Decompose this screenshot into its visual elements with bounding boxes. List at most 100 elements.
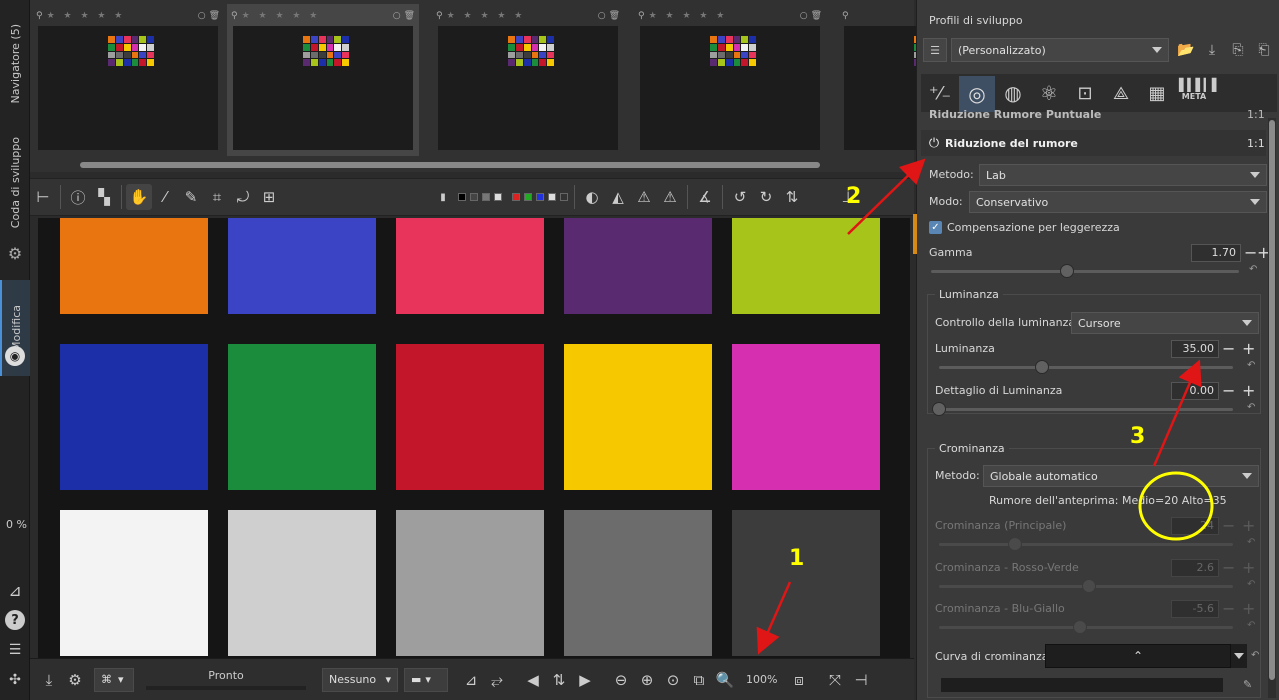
advanced-tab-icon[interactable]: ⚛ [1033, 78, 1065, 108]
reset-icon[interactable]: ↶ [1251, 650, 1259, 661]
rating-stars[interactable]: ★ ★ ★ ★ ★ [649, 11, 728, 21]
zoom-fit-icon[interactable]: ⊙ [660, 667, 686, 693]
chroma-main-value[interactable]: 24 [1171, 517, 1219, 535]
rating-stars[interactable]: ★ ★ ★ ★ ★ [447, 11, 526, 21]
reset-icon[interactable]: ↶ [1247, 620, 1255, 631]
tag-icon[interactable]: ⚲ [231, 11, 238, 21]
crop-guide-select[interactable]: Nessuno ▾ [322, 667, 398, 692]
minus-icon[interactable]: − [1222, 601, 1235, 617]
raw-tab-icon[interactable]: ⟁ [1105, 78, 1137, 108]
queue-gears-icon[interactable]: ⚙ [62, 667, 88, 693]
tab-queue[interactable]: Coda di sviluppo [0, 128, 30, 238]
focus-mask-icon[interactable]: ◐ [579, 184, 605, 210]
add-editor-icon[interactable]: ⊿ [5, 580, 25, 600]
thumbnail[interactable]: ⚲ ★ ★ ★ ★ ★ ○ 🗑 [432, 4, 624, 156]
trash-icon[interactable]: 🗑 [609, 11, 620, 21]
reset-icon[interactable]: ↶ [1247, 402, 1255, 413]
trash-icon[interactable]: 🗑 [811, 11, 822, 21]
chroma-by-slider-knob[interactable] [1073, 620, 1088, 634]
gears-icon[interactable]: ⚙ [6, 244, 24, 263]
info-icon[interactable]: ⓘ [65, 184, 91, 210]
rotate-right-icon[interactable]: ↻ [753, 184, 779, 210]
crop-tool-icon[interactable]: ⊿ [458, 667, 484, 693]
chroma-main-slider[interactable] [939, 543, 1233, 546]
chroma-curve-button[interactable]: ⌃ [1045, 644, 1231, 668]
color-tab-icon[interactable]: ◍ [997, 78, 1029, 108]
blue-channel-swatch[interactable] [536, 193, 544, 201]
zoom-out-icon[interactable]: ⊖ [608, 667, 634, 693]
minus-icon[interactable]: − [1222, 383, 1235, 399]
right-panel-toggle-icon[interactable]: ⊣ [848, 667, 874, 693]
minus-icon[interactable]: − [1244, 245, 1257, 261]
paste-profile-icon[interactable]: ⎗ [1253, 40, 1275, 60]
reset-icon[interactable]: ↶ [1247, 360, 1255, 371]
tag-icon[interactable]: ⚲ [436, 11, 443, 21]
crop-icon[interactable]: ⌗ [204, 184, 230, 210]
plus-icon[interactable]: + [1242, 560, 1255, 576]
reset-icon[interactable]: ↶ [1247, 537, 1255, 548]
pencil-icon[interactable]: ✎ [1243, 678, 1252, 691]
meta-tab-icon[interactable]: ▌▍▌▎▌ META [1179, 78, 1221, 108]
save-profile-icon[interactable]: ⤓ [1201, 40, 1223, 60]
plus-icon[interactable]: + [1242, 601, 1255, 617]
panel-scrollbar-thumb[interactable] [1269, 120, 1275, 680]
reject-icon[interactable]: ○ [800, 11, 808, 21]
luminance-control-select[interactable]: Cursore [1071, 312, 1259, 334]
bg-mid-swatch[interactable] [482, 193, 490, 201]
gamma-value[interactable]: 1.70 [1191, 244, 1241, 262]
profile-list-icon[interactable]: ☰ [923, 38, 947, 62]
copy-profile-icon[interactable]: ⎘ [1227, 40, 1249, 60]
luminance-detail-value[interactable]: 0.00 [1171, 382, 1219, 400]
sync-nav-icon[interactable]: ⇅ [546, 667, 572, 693]
straighten-icon[interactable]: ⤾ [230, 184, 256, 210]
exposure-tab-icon[interactable]: ⁺⁄₋ [925, 78, 955, 108]
zoom-in-icon[interactable]: ⊕ [634, 667, 660, 693]
bg-black-swatch[interactable] [458, 193, 466, 201]
help-icon[interactable]: ? [5, 610, 25, 630]
red-channel-swatch[interactable] [512, 193, 520, 201]
color-picker-icon[interactable]: ✎ [178, 184, 204, 210]
panel-toggle-icon[interactable]: ⊢ [30, 184, 56, 210]
chroma-rg-value[interactable]: 2.6 [1171, 559, 1219, 577]
curve-editor-strip[interactable] [941, 678, 1223, 692]
chroma-rg-slider-knob[interactable] [1081, 579, 1096, 593]
gamma-slider-knob[interactable] [1059, 264, 1074, 278]
chroma-by-value[interactable]: -5.6 [1171, 600, 1219, 618]
thumbnail[interactable]: ⚲ ★ ★ ★ ★ ★ ○ 🗑 [634, 4, 826, 156]
bg-light-swatch[interactable] [494, 193, 502, 201]
luminance-detail-slider[interactable] [939, 408, 1233, 411]
profile-select[interactable]: (Personalizzato) [951, 38, 1169, 62]
hand-tool-icon[interactable]: ✋ [126, 184, 152, 210]
chrominance-method-select[interactable]: Globale automatico [983, 465, 1259, 487]
rating-stars[interactable]: ★ ★ ★ ★ ★ [47, 11, 126, 21]
trash-icon[interactable]: 🗑 [404, 11, 415, 21]
method-select[interactable]: Lab [979, 164, 1267, 186]
reset-icon[interactable]: ↶ [1249, 264, 1257, 275]
reset-icon[interactable]: ↶ [1247, 579, 1255, 590]
bg-dark-swatch[interactable] [470, 193, 478, 201]
plus-icon[interactable]: + [1242, 383, 1255, 399]
thumbnail-partial[interactable]: ⚲ [838, 4, 918, 156]
minus-icon[interactable]: − [1222, 560, 1235, 576]
compensation-checkbox[interactable]: ✓ [929, 221, 942, 234]
clipped-shadows-icon[interactable]: ◭ [605, 184, 631, 210]
mode-select[interactable]: Conservativo [969, 191, 1267, 213]
luminosity-swatch[interactable] [548, 193, 556, 201]
mask-swatch[interactable] [560, 193, 568, 201]
send-to-editor-select[interactable]: ⌘ ▾ [94, 667, 134, 692]
rating-stars[interactable]: ★ ★ ★ ★ ★ [242, 11, 321, 21]
filmstrip-scrollbar[interactable] [80, 162, 820, 168]
locallab-tab-icon[interactable]: ▦ [1141, 78, 1173, 108]
tag-icon[interactable]: ⚲ [638, 11, 645, 21]
luminance-slider-knob[interactable] [1034, 360, 1049, 374]
zoom-fit-crop-icon[interactable]: ⧉ [686, 667, 712, 693]
previous-image-icon[interactable]: ◀ [520, 667, 546, 693]
thumbnail-selected[interactable]: ⚲ ★ ★ ★ ★ ★ ○ 🗑 [227, 4, 419, 156]
green-channel-swatch[interactable] [524, 193, 532, 201]
tag-icon[interactable]: ⚲ [842, 11, 849, 21]
reject-icon[interactable]: ○ [598, 11, 606, 21]
zoom-100-icon[interactable]: 🔍 [712, 667, 738, 693]
luminance-slider[interactable] [939, 366, 1233, 369]
warning-shadows-icon[interactable]: ⚠ [657, 184, 683, 210]
waveform-icon[interactable]: ⥂ [484, 667, 510, 693]
